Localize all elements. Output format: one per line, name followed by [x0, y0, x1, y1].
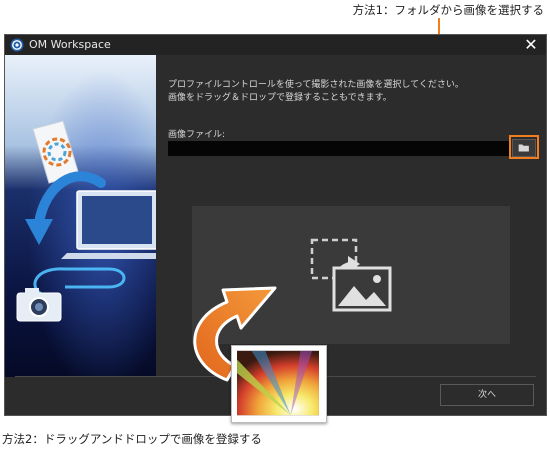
- camera-icon: [16, 288, 62, 322]
- image-file-path-input[interactable]: [168, 141, 510, 156]
- method1-annotation: 方法1：フォルダから画像を選択する: [352, 3, 544, 17]
- window-title: OM Workspace: [29, 38, 111, 51]
- close-button[interactable]: ✕: [522, 36, 540, 54]
- image-drop-icon: [310, 238, 392, 312]
- method2-annotation: 方法2：ドラッグアンドドロップで画像を登録する: [2, 432, 262, 446]
- dragged-image-thumbnail: [231, 345, 327, 423]
- title-bar: OM Workspace ✕: [5, 35, 546, 55]
- next-button[interactable]: 次へ: [440, 384, 534, 406]
- app-logo-icon: [10, 38, 24, 52]
- instruction-text: プロファイルコントロールを使って撮影された画像を選択してください。 画像をドラッ…: [168, 79, 464, 105]
- instruction-line-2: 画像をドラッグ＆ドロップで登録することもできます。: [168, 93, 392, 103]
- callout-highlight-box: [509, 135, 539, 159]
- photo-thumbnail: [237, 350, 319, 416]
- image-file-label: 画像ファイル:: [168, 130, 226, 140]
- side-illustration: [5, 55, 156, 377]
- close-icon: ✕: [524, 35, 538, 54]
- instruction-line-1: プロファイルコントロールを使って撮影された画像を選択してください。: [168, 80, 464, 90]
